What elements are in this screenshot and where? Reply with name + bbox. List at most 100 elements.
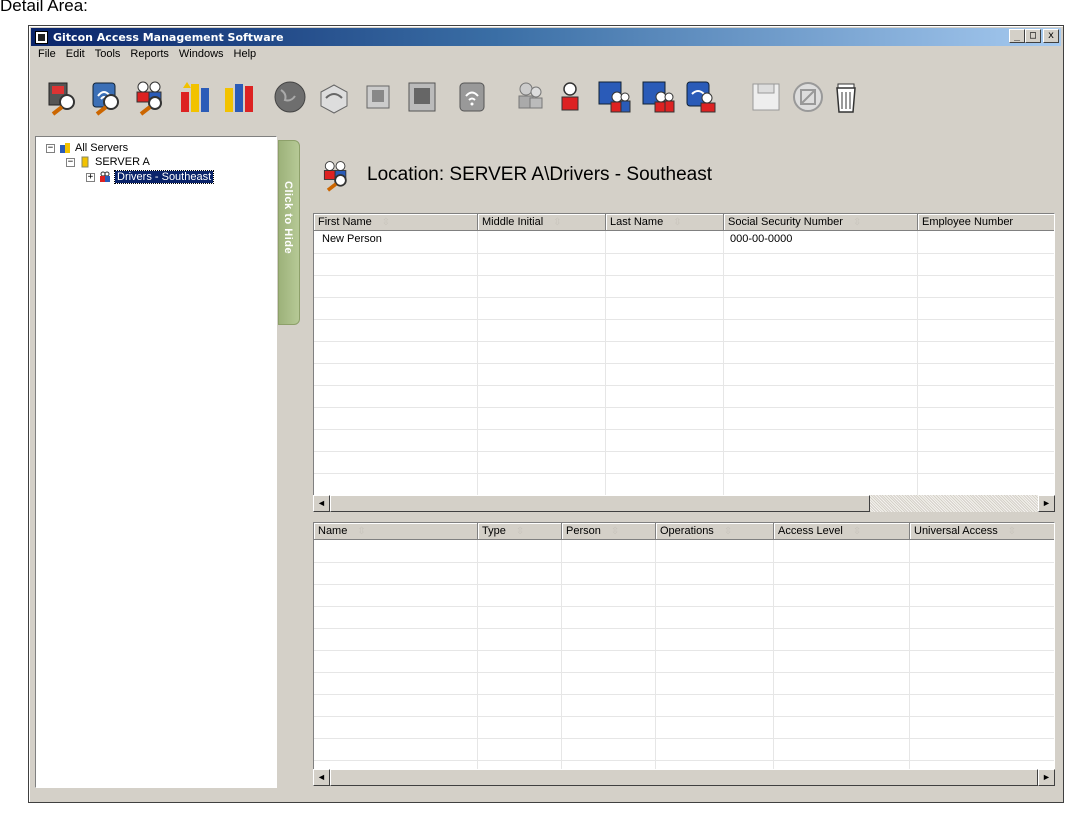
- scroll-thumb[interactable]: [330, 769, 1038, 786]
- people-search-icon[interactable]: [131, 78, 169, 116]
- app-icon: [35, 30, 48, 44]
- reader-icon[interactable]: [359, 78, 397, 116]
- column-header[interactable]: Middle Initial ⇳: [478, 214, 606, 231]
- add-person-gray-icon[interactable]: [511, 78, 549, 116]
- menu-reports[interactable]: Reports: [125, 48, 174, 64]
- expand-icon[interactable]: +: [86, 172, 95, 182]
- tree-label-drivers-southeast: Drivers - Southeast: [113, 170, 215, 184]
- row-divider: [314, 429, 1054, 430]
- delete-icon[interactable]: [827, 78, 865, 116]
- column-header[interactable]: Employee Number: [918, 214, 1054, 231]
- column-header[interactable]: Name ⇳: [314, 523, 478, 540]
- row-divider: [314, 473, 1054, 474]
- access-grid-scrollbar[interactable]: ◄ ►: [313, 769, 1055, 786]
- location-label: Location: SERVER A\Drivers - Southeast: [367, 164, 712, 185]
- access-grid[interactable]: Name ⇳ Type ⇳ Person ⇳ Operations ⇳ Access L…: [313, 522, 1055, 777]
- location-people-icon: [100, 171, 110, 182]
- row-divider: [314, 694, 1054, 695]
- column-header[interactable]: Last Name ⇳: [606, 214, 724, 231]
- close-button[interactable]: x: [1043, 29, 1059, 43]
- menu-bar: File Edit Tools Reports Windows Help: [33, 48, 261, 64]
- scroll-left-icon[interactable]: ◄: [313, 495, 330, 512]
- wireless-search-icon[interactable]: [87, 78, 125, 116]
- column-divider: [477, 540, 478, 776]
- cell-ssn[interactable]: 000-00-0000: [730, 233, 792, 245]
- row-divider: [314, 341, 1054, 342]
- column-divider: [477, 231, 478, 500]
- cell-first-name[interactable]: New Person: [322, 233, 382, 245]
- row-divider: [314, 407, 1054, 408]
- column-header[interactable]: Type ⇳: [478, 523, 562, 540]
- click-to-hide-tab[interactable]: Click to Hide: [278, 140, 300, 325]
- row-divider: [314, 628, 1054, 629]
- scroll-right-icon[interactable]: ►: [1038, 495, 1055, 512]
- report-red-icon[interactable]: [219, 78, 257, 116]
- collapse-icon[interactable]: −: [46, 143, 55, 153]
- tree-label-all-servers: All Servers: [75, 142, 129, 154]
- server-icon: [81, 156, 89, 168]
- group-access-red-icon[interactable]: [639, 78, 677, 116]
- column-header[interactable]: Universal Access ⇳: [910, 523, 1054, 540]
- page-caption: Detail Area:: [0, 0, 88, 15]
- column-header[interactable]: Operations ⇳: [656, 523, 774, 540]
- column-header[interactable]: Access Level ⇳: [774, 523, 910, 540]
- column-divider: [773, 540, 774, 776]
- column-divider: [723, 231, 724, 500]
- row-divider: [314, 672, 1054, 673]
- column-divider: [655, 540, 656, 776]
- panel-icon[interactable]: [403, 78, 441, 116]
- row-divider: [314, 451, 1054, 452]
- tree-item-server-a[interactable]: − SERVER A: [66, 155, 150, 169]
- report-icon[interactable]: [175, 78, 213, 116]
- column-divider: [561, 540, 562, 776]
- save-icon[interactable]: [747, 78, 785, 116]
- server-search-icon[interactable]: [43, 78, 81, 116]
- row-divider: [314, 253, 1054, 254]
- row-divider: [314, 363, 1054, 364]
- menu-help[interactable]: Help: [229, 48, 262, 64]
- tree-item-all-servers[interactable]: − All Servers: [46, 141, 128, 155]
- row-divider: [314, 319, 1054, 320]
- menu-file[interactable]: File: [33, 48, 61, 64]
- globe-icon[interactable]: [271, 78, 309, 116]
- menu-windows[interactable]: Windows: [174, 48, 229, 64]
- row-divider: [314, 716, 1054, 717]
- title-bar[interactable]: Gitcon Access Management Software _ □ x: [31, 28, 1061, 46]
- people-grid-scrollbar[interactable]: ◄ ►: [313, 495, 1055, 512]
- app-window: Gitcon Access Management Software _ □ x …: [28, 25, 1064, 803]
- column-header[interactable]: Person ⇳: [562, 523, 656, 540]
- row-divider: [314, 650, 1054, 651]
- column-header[interactable]: Social Security Number ⇳: [724, 214, 918, 231]
- collapse-icon[interactable]: −: [66, 157, 75, 167]
- row-divider: [314, 738, 1054, 739]
- hide-tab-label: Click to Hide: [282, 181, 294, 255]
- row-divider: [314, 584, 1054, 585]
- tree-item-drivers-southeast[interactable]: + Drivers - Southeast: [86, 170, 215, 184]
- row-divider: [314, 562, 1054, 563]
- menu-tools[interactable]: Tools: [90, 48, 126, 64]
- server-tree[interactable]: − All Servers − SERVER A + Drivers - Sou…: [35, 136, 277, 788]
- group-access-icon[interactable]: [595, 78, 633, 116]
- person-red-icon[interactable]: [551, 78, 589, 116]
- menu-edit[interactable]: Edit: [61, 48, 90, 64]
- cancel-icon[interactable]: [789, 78, 827, 116]
- people-search-icon: [323, 161, 347, 192]
- controller-icon[interactable]: [315, 78, 353, 116]
- scroll-left-icon[interactable]: ◄: [313, 769, 330, 786]
- column-divider: [605, 231, 606, 500]
- column-header[interactable]: First Name ⇳: [314, 214, 478, 231]
- location-header: Location: SERVER A\Drivers - Southeast: [319, 158, 712, 192]
- scroll-right-icon[interactable]: ►: [1038, 769, 1055, 786]
- window-title: Gitcon Access Management Software: [53, 30, 284, 44]
- column-divider: [917, 231, 918, 500]
- row-divider: [314, 606, 1054, 607]
- column-divider: [909, 540, 910, 776]
- row-divider: [314, 385, 1054, 386]
- maximize-button[interactable]: □: [1025, 29, 1041, 43]
- scroll-thumb[interactable]: [330, 495, 870, 512]
- people-grid[interactable]: First Name ⇳ Middle Initial ⇳ Last Name ⇳ S…: [313, 213, 1055, 501]
- group-wireless-icon[interactable]: [683, 78, 721, 116]
- tree-label-server-a: SERVER A: [95, 156, 150, 168]
- minimize-button[interactable]: _: [1009, 29, 1025, 43]
- wireless-reader-icon[interactable]: [453, 78, 491, 116]
